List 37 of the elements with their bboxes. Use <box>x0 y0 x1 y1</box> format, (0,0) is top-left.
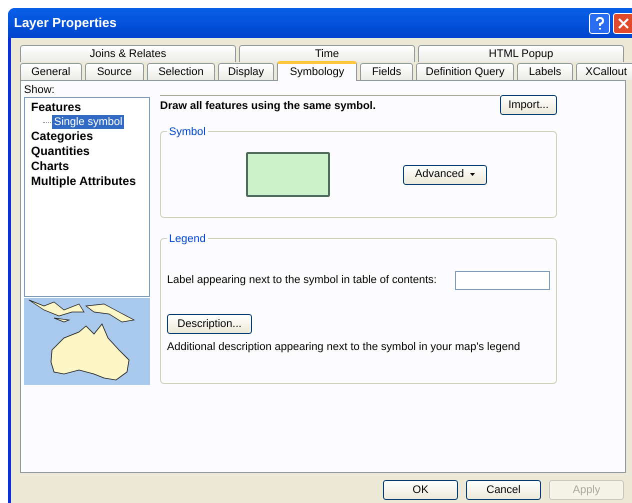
close-button[interactable] <box>613 12 632 34</box>
show-label: Show: <box>24 83 56 97</box>
dialog-button[interactable]: OK <box>383 480 458 500</box>
description-note: Additional description appearing next to the symbol in your map's legend <box>167 340 522 355</box>
tab[interactable]: Fields <box>360 63 414 80</box>
tab[interactable]: Labels <box>516 63 574 80</box>
question-mark-icon <box>594 16 604 30</box>
import-button[interactable]: Import... <box>500 95 557 115</box>
tree-item[interactable]: Single symbol <box>52 115 124 129</box>
tab[interactable]: Time <box>239 45 415 62</box>
tree-item[interactable]: Multiple Attributes <box>31 174 136 189</box>
tab[interactable]: Source <box>84 63 144 80</box>
group-title: Legend <box>167 231 208 248</box>
window-title: Layer Properties <box>14 14 118 32</box>
symbol-swatch[interactable] <box>246 152 330 197</box>
tab[interactable]: HTML Popup <box>418 45 624 62</box>
advanced-button[interactable]: Advanced <box>403 164 487 184</box>
tree-item[interactable]: Quantities <box>31 144 90 159</box>
tab[interactable]: General <box>20 63 82 80</box>
dropdown-arrow-icon <box>470 173 475 176</box>
label-prompt: Label appearing next to the symbol in table of contents: <box>167 273 437 288</box>
tree-item[interactable]: Categories <box>31 129 94 144</box>
group-title: Symbol <box>167 124 208 140</box>
dialog-button[interactable]: Cancel <box>466 480 541 500</box>
tree-item[interactable]: Charts <box>31 159 70 174</box>
label-input-field[interactable] <box>455 271 550 290</box>
close-icon <box>618 18 629 28</box>
description-button[interactable]: Description... <box>167 314 252 334</box>
tab[interactable]: Selection <box>147 63 215 80</box>
tab[interactable]: Display <box>218 63 274 80</box>
tree-item[interactable]: Features <box>31 100 82 115</box>
tab[interactable]: Definition Query <box>416 63 514 80</box>
renderer-heading: Draw all features using the same symbol. <box>160 95 500 115</box>
tab[interactable]: Joins & Relates <box>20 45 236 62</box>
tab[interactable]: Symbology <box>277 61 357 81</box>
help-button[interactable] <box>589 12 610 34</box>
tab[interactable]: XCallout <box>576 63 632 80</box>
